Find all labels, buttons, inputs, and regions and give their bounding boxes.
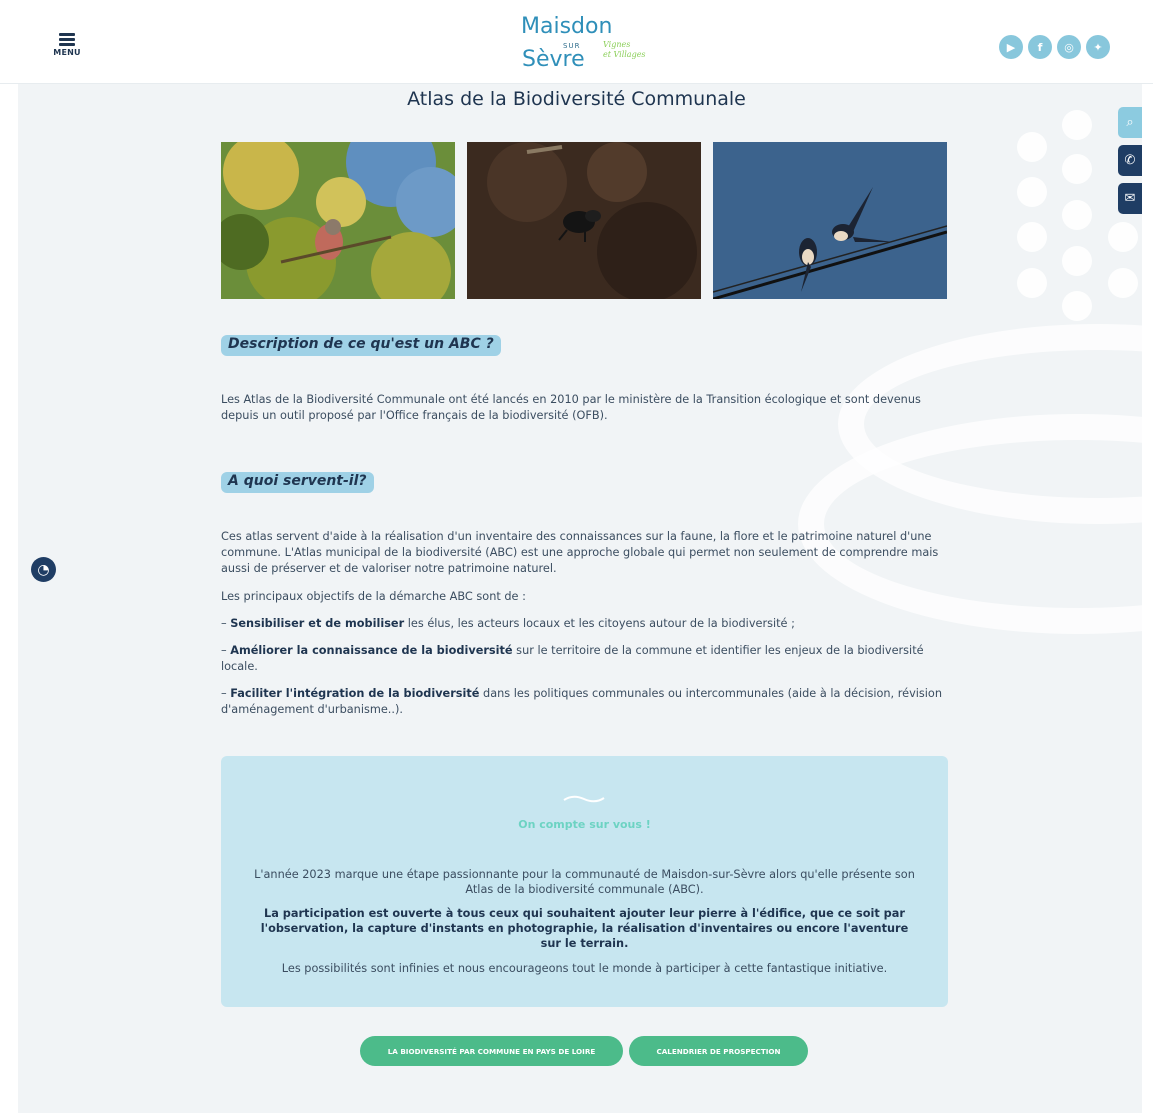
callout-tagline: On compte sur vous ! xyxy=(518,818,651,831)
section-heading-description: Description de ce qu'est un ABC ? xyxy=(221,335,501,356)
page-title: Atlas de la Biodiversité Communale xyxy=(407,88,746,110)
decorative-dot xyxy=(1017,268,1047,298)
mail-icon[interactable]: ✉ xyxy=(1118,183,1142,214)
swallows-image xyxy=(713,142,947,299)
logo-line-3: Sèvre xyxy=(522,47,585,72)
beetle-image xyxy=(467,142,701,299)
decorative-dot xyxy=(1108,268,1138,298)
site-logo[interactable]: Maisdon SUR Sèvre Vignes et Villages xyxy=(518,14,658,76)
photo-bird-in-tree xyxy=(221,142,455,299)
decorative-dot xyxy=(1017,177,1047,207)
callout-paragraph-3: Les possibilités sont infinies et nous e… xyxy=(281,962,888,975)
objective-item: – Faciliter l'intégration de la biodiver… xyxy=(221,687,943,716)
site-header: MENU Maisdon SUR Sèvre Vignes et Village… xyxy=(0,0,1153,84)
decorative-dot xyxy=(1062,200,1092,230)
menu-label: MENU xyxy=(53,48,81,57)
phone-icon[interactable]: ✆ xyxy=(1118,145,1142,176)
social-links: ▶ f ◎ ✦ xyxy=(999,35,1110,59)
objective-item: – Sensibiliser et de mobiliser les élus,… xyxy=(221,617,795,630)
decorative-dot xyxy=(1017,132,1047,162)
biodiversity-by-commune-button[interactable]: LA BIODIVERSITÉ PAR COMMUNE EN PAYS DE L… xyxy=(360,1036,623,1066)
decorative-dot xyxy=(1062,154,1092,184)
instagram-icon[interactable]: ◎ xyxy=(1057,35,1081,59)
wave-icon xyxy=(563,795,605,803)
bird-in-tree-image xyxy=(221,142,455,299)
objective-item: – Améliorer la connaissance de la biodiv… xyxy=(221,644,924,673)
logo-tagline: Vignes et Villages xyxy=(603,40,646,59)
callout-paragraph-2: La participation est ouverte à tous ceux… xyxy=(260,907,909,950)
twitter-icon[interactable]: ✦ xyxy=(1086,35,1110,59)
purpose-intro-text: Ces atlas servent d'aide à la réalisatio… xyxy=(221,530,939,575)
search-icon[interactable]: ⌕ xyxy=(1118,107,1142,138)
decorative-dot xyxy=(1062,291,1092,321)
prospection-calendar-button[interactable]: CALENDRIER DE PROSPECTION xyxy=(629,1036,808,1066)
cookie-settings-icon[interactable]: ◔ xyxy=(31,557,56,582)
menu-button[interactable]: MENU xyxy=(52,33,82,63)
decorative-dot xyxy=(1062,246,1092,276)
facebook-icon[interactable]: f xyxy=(1028,35,1052,59)
section-heading-purpose: A quoi servent-il? xyxy=(221,472,374,493)
hamburger-icon xyxy=(59,33,75,46)
logo-line-1: Maisdon xyxy=(521,14,613,39)
youtube-icon[interactable]: ▶ xyxy=(999,35,1023,59)
callout-paragraph-1: L'année 2023 marque une étape passionnan… xyxy=(254,868,915,896)
decorative-dot xyxy=(1062,110,1092,140)
photo-swallows xyxy=(713,142,947,299)
side-tools: ⌕ ✆ ✉ xyxy=(1118,107,1142,221)
decorative-dot xyxy=(1017,222,1047,252)
section-description-text: Les Atlas de la Biodiversité Communale o… xyxy=(221,393,921,422)
participation-callout: On compte sur vous ! L'année 2023 marque… xyxy=(221,756,948,1007)
decorative-dot xyxy=(1108,222,1138,252)
objectives-intro-text: Les principaux objectifs de la démarche … xyxy=(221,590,526,603)
photo-beetle xyxy=(467,142,701,299)
